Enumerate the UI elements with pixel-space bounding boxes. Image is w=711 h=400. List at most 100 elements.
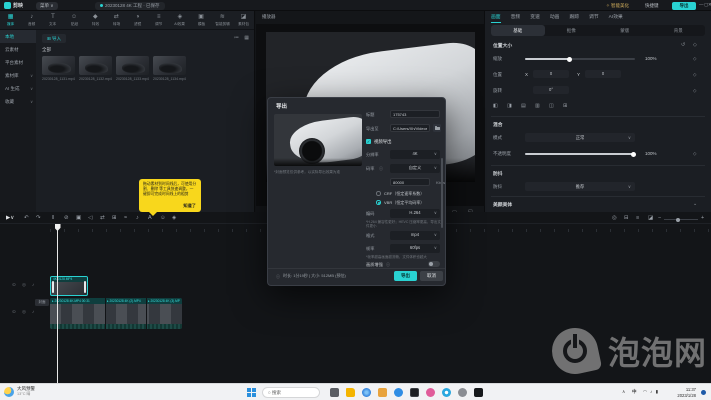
zoom-in-icon[interactable]: +	[701, 214, 704, 222]
dev-app-icon[interactable]	[474, 388, 483, 397]
tab-sticker[interactable]: ☺贴纸	[64, 11, 85, 29]
magnet-icon[interactable]: ⊟	[624, 214, 629, 222]
rotate-90-icon[interactable]: ▤	[521, 103, 526, 109]
mail-app-icon[interactable]	[394, 388, 403, 397]
export-button-top[interactable]: 导出	[672, 2, 696, 10]
voice-icon[interactable]: ♪	[136, 214, 139, 222]
bitrate-mode-dropdown[interactable]: 自定义∨	[390, 164, 440, 173]
align-icon[interactable]: ◫	[549, 103, 554, 109]
start-button[interactable]	[247, 388, 256, 397]
import-button[interactable]: ⊞ 导入	[42, 34, 66, 43]
notification-badge[interactable]	[701, 390, 706, 395]
media-thumbnail[interactable]	[79, 56, 112, 75]
preview-axis-icon[interactable]: ◎	[612, 214, 617, 222]
freeze-frame-icon[interactable]: ▣	[76, 214, 81, 222]
hotkey-button[interactable]: 快捷键	[645, 3, 659, 9]
section-blend[interactable]: 混合	[493, 121, 503, 128]
rail-item-ai-generate[interactable]: AI 生成∨	[0, 82, 36, 95]
keyframe-icon[interactable]: ◇	[693, 151, 696, 157]
filter-all-label[interactable]: 全部	[42, 47, 51, 53]
task-view-icon[interactable]	[330, 388, 339, 397]
menu-button[interactable]: 菜单 ∨	[36, 2, 58, 10]
pos-x-field[interactable]: 0	[533, 70, 569, 78]
rail-item-favorites[interactable]: 收藏∨	[0, 95, 36, 108]
trim-handle-right[interactable]	[84, 281, 86, 293]
crop-tool-icon[interactable]: ⊞	[112, 214, 117, 222]
folder-icon[interactable]	[433, 124, 441, 132]
trim-handle-left[interactable]	[52, 281, 54, 293]
tab-transition[interactable]: ⇄转场	[106, 11, 127, 29]
timeline-zoom-slider[interactable]	[664, 219, 698, 220]
network-volume-battery-icons[interactable]: ◠ ♪ ▮	[643, 389, 659, 395]
crf-radio[interactable]	[376, 191, 381, 196]
format-dropdown[interactable]: mp4∨	[390, 231, 440, 240]
video-export-checkbox[interactable]: ✓	[366, 139, 371, 144]
pos-y-field[interactable]: 0	[585, 70, 621, 78]
fps-dropdown[interactable]: 60fps∨	[390, 244, 440, 253]
playhead-line[interactable]	[57, 224, 58, 392]
track-mute-icon[interactable]: ♪	[32, 309, 34, 314]
tab-ai-effects-props[interactable]: AI效果	[609, 13, 623, 23]
mirror-icon[interactable]: ⇄	[100, 214, 105, 222]
settings-gear-icon[interactable]	[458, 388, 467, 397]
flip-horizontal-icon[interactable]: ◧	[493, 103, 498, 109]
cancel-button[interactable]: 取消	[420, 271, 443, 281]
taskbar-clock[interactable]: 11:37 2023/1/28	[668, 387, 696, 398]
media-thumbnail[interactable]	[42, 56, 75, 75]
keyframe-icon[interactable]: ◇	[693, 72, 696, 78]
select-tool[interactable]: ▶∨	[6, 214, 14, 222]
resolution-dropdown[interactable]: 4K∨	[390, 150, 440, 159]
tab-adjust[interactable]: ≡调节	[148, 11, 169, 29]
tab-template[interactable]: ▣模板	[191, 11, 212, 29]
photos-app-icon[interactable]	[378, 388, 387, 397]
tab-audio[interactable]: ♪音频	[21, 11, 42, 29]
vbr-radio[interactable]	[376, 200, 381, 205]
subtab-cutout[interactable]: 抠像	[545, 25, 599, 36]
tab-tracking[interactable]: 跟踪	[569, 13, 579, 23]
track-hide-icon[interactable]: ◎	[22, 309, 26, 315]
undo-icon[interactable]: ↶	[24, 214, 29, 222]
stabilize-dropdown[interactable]: 推荐∨	[525, 182, 635, 191]
tray-expand-icon[interactable]: ∧	[622, 389, 625, 395]
section-stabilize[interactable]: 防抖	[493, 170, 503, 177]
snapshot-icon[interactable]: ◪	[648, 214, 653, 222]
tab-adjust-props[interactable]: 调节	[589, 13, 599, 23]
delete-icon[interactable]: ⊘	[64, 214, 69, 222]
timeline-zoom-knob[interactable]	[676, 218, 680, 222]
weather-widget[interactable]: 大风预警 13°C 晴	[4, 386, 35, 397]
tab-effects[interactable]: ◆特效	[85, 11, 106, 29]
rail-item-library[interactable]: 素材库∨	[0, 69, 36, 82]
overlay-clip-selected[interactable]: 4K 0128.MP4	[50, 276, 88, 296]
tab-media[interactable]: ▦媒体	[0, 11, 21, 29]
rotate-field[interactable]: 0°	[533, 86, 569, 94]
tab-text[interactable]: T文本	[42, 11, 63, 29]
sort-icon[interactable]: ≔	[234, 35, 239, 41]
scale-slider[interactable]	[525, 58, 635, 60]
keyframe-icon[interactable]: ◇	[693, 42, 697, 48]
tab-ai-effects[interactable]: ◈AI效果	[169, 11, 190, 29]
link-icon[interactable]: ≡	[636, 214, 639, 222]
adjust-tool-icon[interactable]: ◈	[172, 214, 176, 222]
crop-icon[interactable]: ▥	[535, 103, 540, 109]
opacity-slider[interactable]	[525, 153, 635, 155]
bitrate-value-input[interactable]	[390, 178, 430, 186]
speed-icon[interactable]: ≈	[124, 214, 127, 222]
enhance-toggle[interactable]	[428, 261, 440, 267]
keyframe-icon[interactable]: ◇	[693, 88, 696, 94]
blend-mode-dropdown[interactable]: 正常∨	[525, 133, 635, 142]
media-thumbnail[interactable]	[116, 56, 149, 75]
track-lock-icon[interactable]: ⊙	[12, 309, 16, 315]
track-lock-icon[interactable]: ⊙	[12, 282, 16, 288]
taskbar-search[interactable]: ○ 搜索	[262, 387, 320, 398]
edge-browser-icon[interactable]	[362, 388, 371, 397]
smart-beautify-button[interactable]: ✧ 智能美化	[606, 3, 629, 9]
chevron-down-icon[interactable]: ⌄	[693, 201, 697, 207]
media-thumbnail[interactable]	[153, 56, 186, 75]
tab-animation[interactable]: 动画	[550, 13, 560, 23]
main-video-track[interactable]: ▸ 20230128 4K.MP4 00:31 ▸ 20230128 4K (2…	[50, 298, 182, 329]
track-hide-icon[interactable]: ◎	[22, 282, 26, 288]
media-app-icon[interactable]	[426, 388, 435, 397]
rail-item-platform[interactable]: 平台素材	[0, 56, 36, 69]
tab-filter[interactable]: ◑滤镜	[127, 11, 148, 29]
export-path-input[interactable]	[390, 124, 430, 132]
